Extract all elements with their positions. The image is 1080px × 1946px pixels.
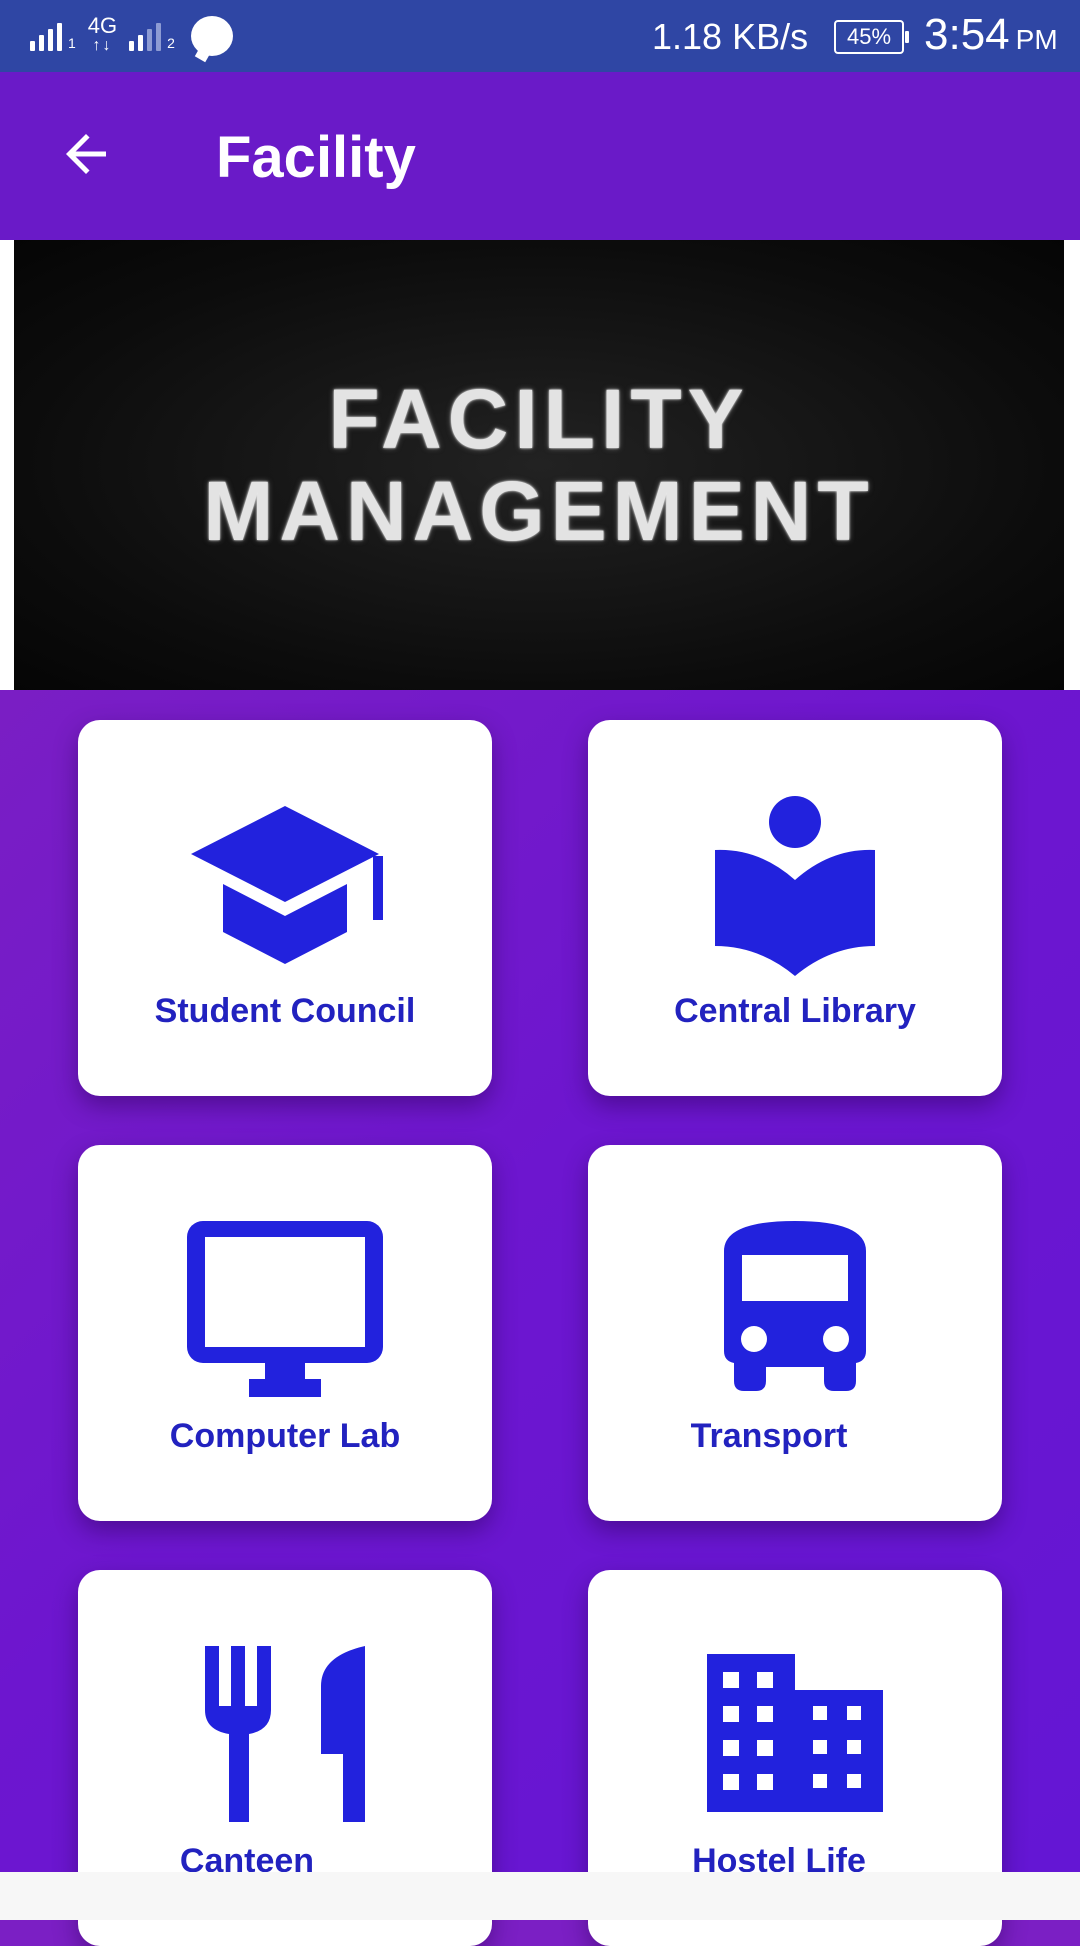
battery-percent: 45%	[846, 24, 892, 49]
card-central-library[interactable]: Central Library	[588, 720, 1002, 1096]
status-bar: 1 4G ↑↓ 2 1.18 KB/s 45% 3:54 PM	[0, 0, 1080, 72]
status-left-icons: 1 4G ↑↓ 2	[30, 14, 233, 58]
banner-image: FACILITY MANAGEMENT	[14, 240, 1064, 690]
monitor-icon	[187, 1221, 383, 1397]
arrow-left-icon[interactable]	[56, 124, 116, 184]
banner-line-1: FACILITY	[328, 371, 750, 466]
page-title: Facility	[216, 125, 416, 190]
card-student-council[interactable]: Student Council	[78, 720, 492, 1096]
app-bar: Facility	[0, 72, 1080, 240]
graduation-cap-icon	[191, 806, 383, 964]
card-label: Student Council	[154, 992, 416, 1030]
sim1-label: 1	[68, 35, 76, 51]
bus-icon	[724, 1221, 866, 1391]
card-label: Computer Lab	[169, 1417, 401, 1455]
clock-suffix: PM	[1015, 24, 1058, 55]
clock: 3:54 PM	[924, 10, 1058, 60]
building-icon	[707, 1654, 883, 1812]
network-type-icon: 4G ↑↓	[87, 13, 118, 55]
banner-line-2: MANAGEMENT	[203, 464, 875, 558]
card-computer-lab[interactable]: Computer Lab	[78, 1145, 492, 1521]
card-transport[interactable]: Transport	[588, 1145, 1002, 1521]
clock-time: 3:54	[924, 10, 1010, 59]
data-speed: 1.18 KB/s	[652, 16, 809, 57]
signal-sim2-icon: 2	[129, 21, 175, 51]
network-type-label: 4G	[87, 13, 118, 38]
navigation-bar	[0, 1872, 1080, 1920]
chat-bubble-icon	[190, 16, 233, 56]
banner-left-edge	[0, 240, 14, 690]
card-label: Central Library	[674, 992, 916, 1030]
battery-icon: 45%	[834, 20, 909, 54]
fork-knife-icon	[205, 1646, 365, 1822]
banner-right-edge	[1064, 240, 1080, 690]
reading-book-icon	[715, 796, 875, 976]
signal-sim1-icon: 1	[30, 21, 76, 51]
sim2-label: 2	[167, 35, 175, 51]
card-label: Transport	[690, 1417, 848, 1455]
